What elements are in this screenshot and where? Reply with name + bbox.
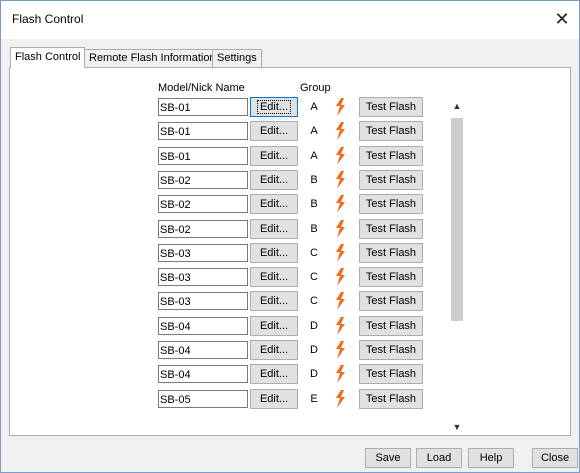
- group-label: D: [310, 368, 318, 380]
- test-flash-button[interactable]: Test Flash: [359, 243, 423, 263]
- scroll-down-icon[interactable]: ▼: [451, 420, 463, 434]
- edit-button[interactable]: Edit...: [250, 121, 298, 141]
- flash-bolt-icon: [336, 365, 345, 383]
- edit-button-label: Edit...: [259, 125, 289, 137]
- flash-bolt-icon: [336, 292, 345, 310]
- group-label: C: [310, 247, 318, 259]
- edit-button[interactable]: Edit...: [250, 243, 298, 263]
- load-button[interactable]: Load: [416, 448, 462, 468]
- save-button[interactable]: Save: [365, 448, 411, 468]
- flash-bolt-icon: [336, 147, 345, 165]
- nick-name-field[interactable]: SB-04: [158, 317, 248, 335]
- title-bar: Flash Control ✕: [1, 1, 579, 39]
- edit-button-label: Edit...: [259, 150, 289, 162]
- edit-button-label: Edit...: [259, 368, 289, 380]
- scroll-thumb[interactable]: [451, 118, 463, 321]
- close-button[interactable]: Close: [532, 448, 578, 468]
- nick-name-field[interactable]: SB-03: [158, 244, 248, 262]
- nick-name-field[interactable]: SB-01: [158, 122, 248, 140]
- group-label: B: [310, 198, 318, 210]
- test-flash-button[interactable]: Test Flash: [359, 121, 423, 141]
- edit-button[interactable]: Edit...: [250, 389, 298, 409]
- edit-button-label: Edit...: [259, 174, 289, 186]
- group-label: D: [310, 320, 318, 332]
- group-label: B: [310, 174, 318, 186]
- vertical-scrollbar[interactable]: ▲ ▼: [451, 99, 463, 434]
- edit-button[interactable]: Edit...: [250, 219, 298, 239]
- nick-name-field[interactable]: SB-03: [158, 268, 248, 286]
- edit-button-label: Edit...: [259, 198, 289, 210]
- group-label: A: [310, 150, 318, 162]
- edit-button[interactable]: Edit...: [250, 267, 298, 287]
- flash-bolt-icon: [336, 244, 345, 262]
- nick-name-field[interactable]: SB-02: [158, 171, 248, 189]
- edit-button-label: Edit...: [259, 271, 289, 283]
- edit-button[interactable]: Edit...: [250, 170, 298, 190]
- edit-button[interactable]: Edit...: [250, 146, 298, 166]
- flash-bolt-icon: [336, 341, 345, 359]
- test-flash-button[interactable]: Test Flash: [359, 291, 423, 311]
- flash-control-window: Flash Control ✕ Flash Control Remote Fla…: [0, 0, 580, 473]
- group-label: A: [310, 101, 318, 113]
- flash-bolt-icon: [336, 390, 345, 408]
- tab-remote-flash-information[interactable]: Remote Flash Information: [84, 49, 221, 67]
- edit-button[interactable]: Edit...: [250, 97, 298, 117]
- test-flash-button[interactable]: Test Flash: [359, 389, 423, 409]
- edit-button-label: Edit...: [259, 223, 289, 235]
- nick-name-field[interactable]: SB-05: [158, 390, 248, 408]
- test-flash-button[interactable]: Test Flash: [359, 97, 423, 117]
- flash-bolt-icon: [336, 220, 345, 238]
- test-flash-button[interactable]: Test Flash: [359, 316, 423, 336]
- edit-button-label: Edit...: [256, 100, 292, 114]
- column-header-group: Group: [300, 82, 331, 94]
- flash-bolt-icon: [336, 98, 345, 116]
- nick-name-field[interactable]: SB-04: [158, 365, 248, 383]
- group-label: E: [310, 393, 318, 405]
- group-label: D: [310, 344, 318, 356]
- edit-button-label: Edit...: [259, 320, 289, 332]
- test-flash-button[interactable]: Test Flash: [359, 340, 423, 360]
- help-button[interactable]: Help: [468, 448, 514, 468]
- test-flash-button[interactable]: Test Flash: [359, 170, 423, 190]
- group-label: C: [310, 271, 318, 283]
- tab-settings[interactable]: Settings: [212, 49, 262, 67]
- group-label: C: [310, 295, 318, 307]
- nick-name-field[interactable]: SB-02: [158, 220, 248, 238]
- edit-button[interactable]: Edit...: [250, 340, 298, 360]
- test-flash-button[interactable]: Test Flash: [359, 267, 423, 287]
- edit-button[interactable]: Edit...: [250, 316, 298, 336]
- edit-button-label: Edit...: [259, 247, 289, 259]
- flash-bolt-icon: [336, 317, 345, 335]
- edit-button[interactable]: Edit...: [250, 364, 298, 384]
- nick-name-field[interactable]: SB-01: [158, 147, 248, 165]
- group-label: A: [310, 125, 318, 137]
- flash-control-panel: Model/Nick Name Group SB-01 Edit... A Test …: [9, 67, 571, 436]
- edit-button-label: Edit...: [259, 295, 289, 307]
- tab-flash-control[interactable]: Flash Control: [10, 47, 86, 68]
- flash-bolt-icon: [336, 268, 345, 286]
- test-flash-button[interactable]: Test Flash: [359, 194, 423, 214]
- scroll-up-icon[interactable]: ▲: [451, 99, 463, 113]
- edit-button-label: Edit...: [259, 393, 289, 405]
- flash-bolt-icon: [336, 171, 345, 189]
- window-title: Flash Control: [12, 12, 84, 26]
- flash-bolt-icon: [336, 195, 345, 213]
- test-flash-button[interactable]: Test Flash: [359, 219, 423, 239]
- test-flash-button[interactable]: Test Flash: [359, 364, 423, 384]
- column-header-name: Model/Nick Name: [158, 82, 245, 94]
- edit-button[interactable]: Edit...: [250, 194, 298, 214]
- close-icon[interactable]: ✕: [551, 8, 573, 30]
- nick-name-field[interactable]: SB-04: [158, 341, 248, 359]
- edit-button-label: Edit...: [259, 344, 289, 356]
- nick-name-field[interactable]: SB-03: [158, 292, 248, 310]
- test-flash-button[interactable]: Test Flash: [359, 146, 423, 166]
- edit-button[interactable]: Edit...: [250, 291, 298, 311]
- nick-name-field[interactable]: SB-02: [158, 195, 248, 213]
- group-label: B: [310, 223, 318, 235]
- flash-bolt-icon: [336, 122, 345, 140]
- nick-name-field[interactable]: SB-01: [158, 98, 248, 116]
